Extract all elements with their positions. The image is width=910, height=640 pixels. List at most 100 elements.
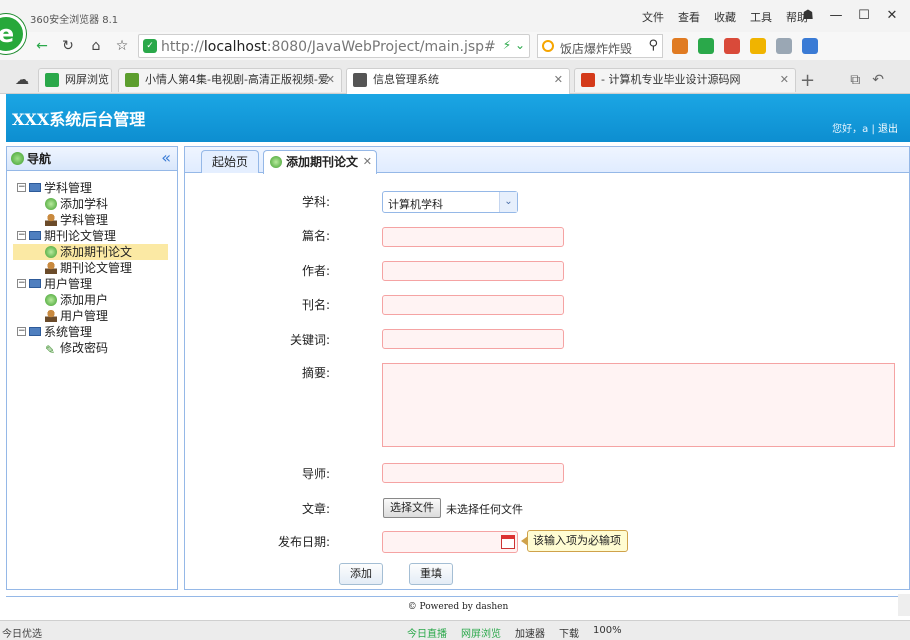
- add-icon: [270, 156, 282, 168]
- close-icon[interactable]: ✕: [880, 6, 904, 26]
- download-button[interactable]: 下载: [559, 625, 579, 640]
- journal-name-input[interactable]: [382, 295, 564, 315]
- logout-link[interactable]: 退出: [878, 124, 898, 135]
- browser-tab-2[interactable]: 小情人第4集-电视剧-高清正版视频-爱 ✕: [118, 68, 342, 92]
- file-status-text: 未选择任何文件: [446, 503, 523, 516]
- tab-add-journal[interactable]: 添加期刊论文 ✕: [263, 150, 378, 174]
- collapse-icon[interactable]: «: [161, 148, 171, 167]
- browser-tab-4[interactable]: - 计算机专业毕业设计源码网 ✕: [574, 68, 796, 92]
- browser-tab-label: 网屏浏览: [65, 73, 109, 86]
- zoom-level[interactable]: 100%: [593, 625, 622, 640]
- collapse-toggle-icon[interactable]: −: [17, 327, 26, 336]
- keywords-input[interactable]: [382, 329, 564, 349]
- tab-label: 添加期刊论文: [286, 155, 359, 169]
- add-journal-form: 学科: 计算机学科 ⌄ 篇名: 作者: 刊名: 关键词: 摘要: 导师: 文章:…: [185, 173, 909, 589]
- screen-browse-button[interactable]: 网屏浏览: [461, 625, 501, 640]
- keywords-label: 关键词:: [289, 333, 330, 347]
- tools-icon[interactable]: [750, 38, 766, 54]
- author-label: 作者:: [301, 264, 330, 278]
- live-button[interactable]: 今日直播: [407, 625, 447, 640]
- menu-view[interactable]: 查看: [678, 9, 700, 25]
- shield-icon[interactable]: [698, 38, 714, 54]
- browser-tab-3[interactable]: 信息管理系统 ✕: [346, 68, 570, 94]
- search-icon[interactable]: ⚲: [648, 38, 658, 53]
- maximize-icon[interactable]: ☐: [852, 6, 876, 26]
- tree-item-add-user[interactable]: 添加用户: [17, 292, 172, 308]
- tree-item-add-journal[interactable]: 添加期刊论文: [13, 244, 168, 260]
- choose-file-button[interactable]: 选择文件: [383, 498, 441, 518]
- calendar-icon[interactable]: [501, 535, 515, 549]
- cloud-icon[interactable]: ☁: [12, 70, 32, 90]
- tab-close-icon[interactable]: ✕: [326, 69, 335, 91]
- abstract-label: 摘要:: [301, 366, 330, 380]
- subject-select-value: 计算机学科: [388, 198, 443, 211]
- content-panel: 起始页 添加期刊论文 ✕ 学科: 计算机学科 ⌄ 篇名: 作者: 刊名: 关键词…: [184, 146, 910, 590]
- tab-tools-icon[interactable]: ⧉↶: [850, 72, 896, 88]
- tree-node-subject[interactable]: − 学科管理: [17, 180, 172, 196]
- user-icon: [45, 214, 57, 226]
- menu-file[interactable]: 文件: [642, 9, 664, 25]
- page-footer: © Powered by dashen: [6, 596, 910, 616]
- folder-computer-icon: [29, 327, 41, 336]
- journal-name-label: 刊名:: [301, 298, 330, 312]
- tab-close-icon[interactable]: ✕: [363, 151, 372, 173]
- screenshot-icon[interactable]: [776, 38, 792, 54]
- tree-node-label: 用户管理: [44, 277, 93, 291]
- title-input[interactable]: [382, 227, 564, 247]
- scrollbar[interactable]: [898, 594, 910, 616]
- page-title: XXX系统后台管理: [12, 110, 146, 129]
- accelerator-button[interactable]: 加速器: [515, 625, 545, 640]
- publish-date-input[interactable]: [382, 531, 518, 553]
- nav-panel-title: 导航: [27, 152, 52, 166]
- menu-tools[interactable]: 工具: [750, 9, 772, 25]
- status-left[interactable]: 今日优选: [2, 625, 42, 640]
- url-bar[interactable]: ✓ http://localhost:8080/JavaWebProject/m…: [138, 34, 530, 58]
- back-icon[interactable]: ←: [32, 36, 52, 56]
- tab-close-icon[interactable]: ✕: [780, 69, 789, 91]
- tab-close-icon[interactable]: ✕: [554, 69, 563, 91]
- user-icon: [45, 310, 57, 322]
- home-icon[interactable]: ⌂: [86, 36, 106, 56]
- chevron-down-icon[interactable]: ⌄: [499, 192, 517, 212]
- add-button[interactable]: 添加: [339, 563, 383, 585]
- app-header: XXX系统后台管理 您好，a | 退出: [6, 94, 910, 142]
- skin-icon[interactable]: ☗: [796, 6, 820, 26]
- account-icon[interactable]: [802, 38, 818, 54]
- tree-node-system[interactable]: − 系统管理: [17, 324, 172, 340]
- url-text[interactable]: http://localhost:8080/JavaWebProject/mai…: [161, 39, 496, 55]
- folder-computer-icon: [29, 231, 41, 240]
- abstract-textarea[interactable]: [382, 363, 895, 447]
- lightning-icon[interactable]: ⚡ ⌄: [503, 38, 525, 52]
- add-icon: [45, 198, 57, 210]
- tree-item-journal-manage[interactable]: 期刊论文管理: [17, 260, 172, 276]
- author-input[interactable]: [382, 261, 564, 281]
- search-input[interactable]: 饭店爆炸炸毁: [560, 40, 632, 57]
- tree-node-journal[interactable]: − 期刊论文管理: [17, 228, 172, 244]
- reset-button[interactable]: 重填: [409, 563, 453, 585]
- search-box[interactable]: 饭店爆炸炸毁 ⚲: [537, 34, 663, 58]
- tree-item-user-manage[interactable]: 用户管理: [17, 308, 172, 324]
- translate-icon[interactable]: [724, 38, 740, 54]
- minimize-icon[interactable]: —: [824, 6, 848, 26]
- pencil-icon: ✎: [45, 343, 56, 357]
- menu-favorites[interactable]: 收藏: [714, 9, 736, 25]
- subject-select[interactable]: 计算机学科 ⌄: [382, 191, 518, 213]
- tree-node-label: 期刊论文管理: [44, 229, 117, 243]
- tree-item-subject-manage[interactable]: 学科管理: [17, 212, 172, 228]
- collapse-toggle-icon[interactable]: −: [17, 231, 26, 240]
- advisor-input[interactable]: [382, 463, 564, 483]
- apps-icon[interactable]: [672, 38, 688, 54]
- browser-tab-1[interactable]: 网屏浏览: [38, 68, 112, 92]
- tree-item-label: 添加学科: [60, 197, 109, 211]
- greeting: 您好，a: [832, 124, 869, 135]
- collapse-toggle-icon[interactable]: −: [17, 279, 26, 288]
- add-icon: [45, 294, 57, 306]
- refresh-icon[interactable]: ↻: [58, 36, 78, 56]
- tab-home[interactable]: 起始页: [201, 150, 260, 173]
- collapse-toggle-icon[interactable]: −: [17, 183, 26, 192]
- tree-item-change-password[interactable]: ✎ 修改密码: [17, 340, 172, 357]
- bookmark-star-icon[interactable]: ☆: [112, 36, 132, 56]
- tree-node-user[interactable]: − 用户管理: [17, 276, 172, 292]
- new-tab-icon[interactable]: +: [800, 70, 815, 91]
- tree-item-add-subject[interactable]: 添加学科: [17, 196, 172, 212]
